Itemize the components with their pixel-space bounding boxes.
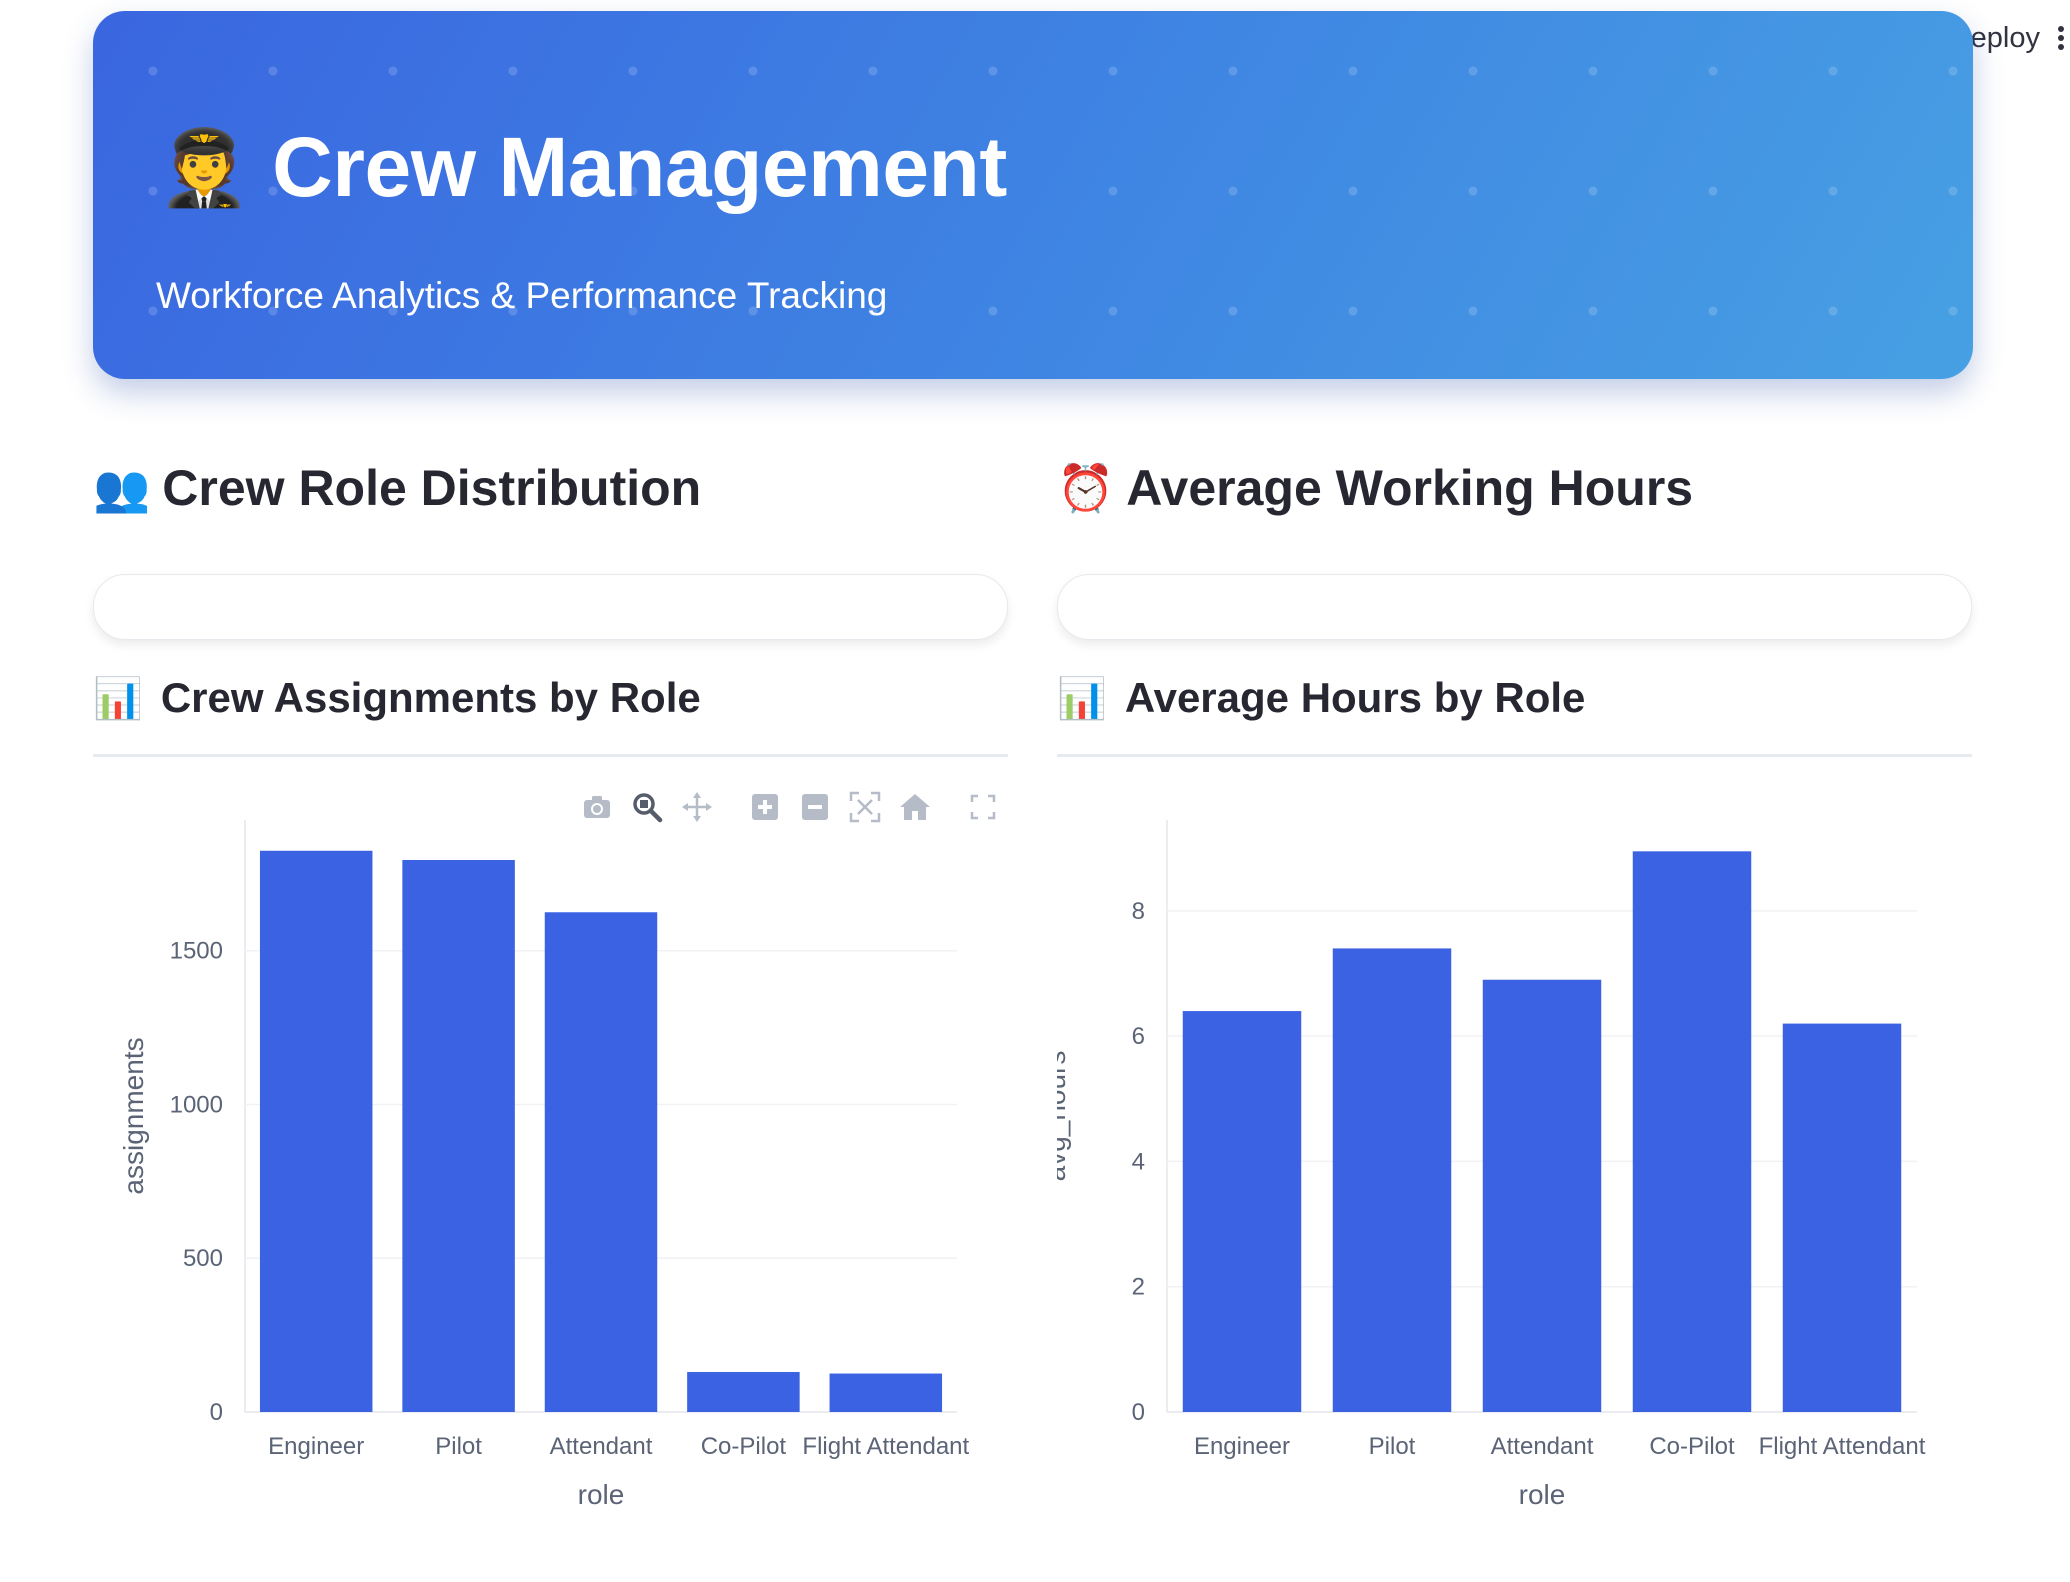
x-tick-label: Flight Attendant [802, 1433, 969, 1460]
bar-chart-icon: 📊 [93, 676, 143, 721]
alarm-clock-icon: ⏰ [1057, 461, 1115, 514]
hero-heading: 🧑‍✈️ Crew Management [158, 119, 1007, 216]
bar [687, 1372, 800, 1412]
page-title: Crew Management [272, 120, 1007, 214]
right-column: ⏰ Average Working Hours 📊 Average Hours … [1057, 440, 1972, 757]
x-tick-label: Pilot [435, 1433, 482, 1460]
x-tick-label: Attendant [550, 1433, 653, 1460]
bar [1482, 979, 1602, 1412]
x-tick-label: Flight Attendant [1759, 1433, 1926, 1460]
pilot-emoji-icon: 🧑‍✈️ [158, 125, 251, 209]
y-tick-label: 1500 [170, 938, 223, 965]
bar [829, 1373, 943, 1412]
people-icon: 👥 [93, 461, 151, 514]
section-header-working-hours: ⏰ Average Working Hours [1057, 440, 1972, 536]
avg-hours-chart-svg[interactable]: 0 2 4 6 8 Engineer Pilot Attendant Co-Pilot Fligh… [1057, 795, 1972, 1555]
assignments-chart-svg[interactable]: 0 500 1000 1500 Engineer Pilot Attendant Co-Pil… [93, 795, 1013, 1555]
chart-title: Crew Assignments by Role [160, 674, 701, 721]
y-tick-label: 8 [1132, 898, 1145, 925]
bar [1632, 851, 1752, 1412]
bar [1182, 1011, 1302, 1412]
y-tick-label: 6 [1132, 1023, 1145, 1050]
avg-hours-chart[interactable]: 0 2 4 6 8 Engineer Pilot Attendant Co-Pilot Fligh… [1057, 795, 1972, 1555]
y-tick-label: 2 [1132, 1274, 1145, 1301]
section-title: Average Working Hours [1126, 460, 1694, 516]
chart-title: Average Hours by Role [1124, 674, 1586, 721]
bar [259, 850, 373, 1412]
assignments-chart[interactable]: 0 500 1000 1500 Engineer Pilot Attendant Co-Pil… [93, 795, 1013, 1555]
section-header-role-distribution: 👥 Crew Role Distribution [93, 440, 1008, 536]
divider [1057, 754, 1972, 757]
x-tick-label: Engineer [268, 1433, 364, 1460]
more-options-icon[interactable] [2052, 18, 2070, 58]
page-subtitle: Workforce Analytics & Performance Tracki… [156, 275, 888, 316]
x-tick-label: Co-Pilot [1649, 1433, 1735, 1460]
y-tick-label: 1000 [170, 1091, 223, 1118]
y-tick-label: 500 [183, 1245, 223, 1272]
x-axis-title: role [578, 1479, 625, 1510]
x-tick-label: Attendant [1491, 1433, 1594, 1460]
x-tick-label: Co-Pilot [701, 1433, 787, 1460]
x-tick-label: Engineer [1194, 1433, 1290, 1460]
x-tick-label: Pilot [1369, 1433, 1416, 1460]
y-tick-label: 4 [1132, 1148, 1145, 1175]
y-axis-title: avg_hours [1057, 1051, 1071, 1182]
y-tick-label: 0 [1132, 1399, 1145, 1426]
filter-pill[interactable] [93, 574, 1008, 640]
chart-header: 📊 Crew Assignments by Role [93, 666, 1008, 730]
y-tick-label: 0 [210, 1399, 223, 1426]
bar [402, 859, 515, 1412]
left-column: 👥 Crew Role Distribution 📊 Crew Assignme… [93, 440, 1008, 757]
chart-header: 📊 Average Hours by Role [1057, 666, 1972, 730]
divider [93, 754, 1008, 757]
bar [1782, 1023, 1902, 1412]
section-title: Crew Role Distribution [162, 460, 702, 516]
filter-pill[interactable] [1057, 574, 1972, 640]
y-axis-title: assignments [118, 1037, 149, 1194]
bar [544, 912, 658, 1412]
x-axis-title: role [1519, 1479, 1566, 1510]
bar [1332, 948, 1452, 1412]
hero-banner: 🧑‍✈️ Crew Management Workforce Analytics… [93, 11, 1973, 379]
bar-chart-icon: 📊 [1057, 676, 1107, 721]
